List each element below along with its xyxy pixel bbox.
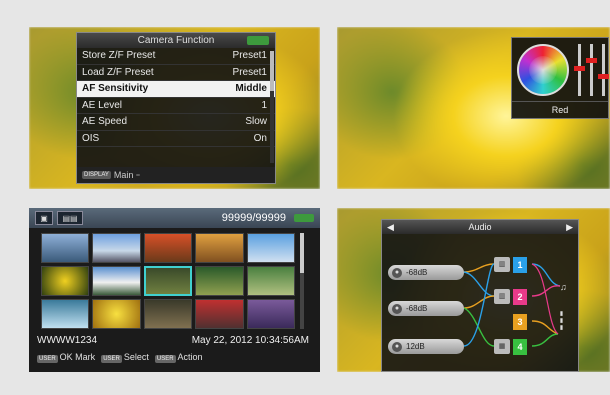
thumbnail[interactable] bbox=[41, 233, 90, 263]
menu-item-af-sensitivity[interactable]: AF Sensitivity Middle bbox=[77, 81, 275, 98]
thumbnail-footer: USER OK Mark USER Select USER Action bbox=[37, 352, 313, 363]
hint-label: Select bbox=[123, 352, 149, 362]
prev-arrow-icon[interactable]: ◀ bbox=[387, 222, 394, 233]
menu-item-label: Store Z/F Preset bbox=[82, 50, 156, 62]
color-slider[interactable] bbox=[586, 44, 597, 96]
menu-item-value: Middle bbox=[235, 83, 267, 95]
battery-icon bbox=[294, 214, 314, 222]
hint-label: OK Mark bbox=[59, 352, 96, 362]
menu-item-value: Preset1 bbox=[232, 66, 267, 78]
audio-header: ◀ Audio ▶ bbox=[382, 220, 578, 234]
output-label: ▮▮▮ bbox=[559, 310, 565, 331]
headphone-icon: ♫ bbox=[560, 282, 567, 292]
display-key-icon: DISPLAY bbox=[82, 171, 111, 179]
mic-icon: ● bbox=[392, 267, 402, 278]
next-arrow-icon[interactable]: ▶ bbox=[566, 222, 573, 233]
thumbnail[interactable] bbox=[41, 266, 90, 296]
menu-item-label: AF Sensitivity bbox=[82, 83, 149, 95]
select-hint[interactable]: USER Select bbox=[101, 352, 149, 363]
ok-mark-hint[interactable]: USER OK Mark bbox=[37, 352, 96, 363]
audio-routing-box: ◀ Audio ▶ ● -68dB ● -68dB ● 12dB ▥ ▥ ▦ 1… bbox=[381, 219, 579, 372]
slider-knob[interactable] bbox=[598, 74, 609, 79]
hint-label: Action bbox=[177, 352, 203, 362]
color-slider[interactable] bbox=[574, 44, 585, 96]
action-hint[interactable]: USER Action bbox=[154, 352, 203, 363]
thumbnail-browser-screen: ▣ ▤▤ 99999/99999 WWWW1234 May 22, 2012 1… bbox=[29, 208, 320, 372]
input-level: -68dB bbox=[406, 304, 428, 313]
thumbnail[interactable] bbox=[195, 233, 244, 263]
slider-knob[interactable] bbox=[574, 66, 585, 71]
menu-item-label: AE Speed bbox=[82, 116, 128, 128]
thumbnail[interactable] bbox=[92, 299, 141, 329]
audio-title: Audio bbox=[468, 222, 492, 232]
battery-icon bbox=[247, 36, 269, 45]
disabled-key-icon bbox=[136, 174, 141, 176]
menu-footer: DISPLAY Main bbox=[77, 167, 275, 183]
menu-item-store-zf-preset[interactable]: Store Z/F Preset Preset1 bbox=[77, 48, 275, 65]
menu-item-value: Slow bbox=[245, 116, 267, 128]
slider-knob[interactable] bbox=[586, 58, 597, 63]
user-key-icon: USER bbox=[154, 355, 176, 363]
playlist-tab-icon[interactable]: ▤▤ bbox=[57, 211, 83, 225]
audio-input-2[interactable]: ● -68dB bbox=[388, 301, 464, 316]
menu-item-label: Load Z/F Preset bbox=[82, 66, 154, 78]
menu-item-value: Preset1 bbox=[232, 50, 267, 62]
audio-input-1[interactable]: ● -68dB bbox=[388, 265, 464, 280]
menu-item-label: AE Level bbox=[82, 99, 123, 111]
thumbnail[interactable] bbox=[195, 266, 244, 296]
channel-3-tile[interactable]: 3 bbox=[513, 314, 527, 330]
color-wheel-icon[interactable] bbox=[517, 44, 569, 96]
thumbnail[interactable] bbox=[246, 266, 295, 296]
thumbnail-selected[interactable] bbox=[143, 266, 193, 296]
menu-header: Camera Function bbox=[77, 33, 275, 48]
thumbnail[interactable] bbox=[92, 233, 141, 263]
user-key-icon: USER bbox=[37, 355, 58, 363]
thumbnail-grid bbox=[41, 233, 295, 329]
footer-main-label: Main bbox=[113, 170, 134, 180]
channel-input-icon: ▥ bbox=[494, 257, 510, 272]
channel-2-tile[interactable]: 2 bbox=[513, 289, 527, 305]
menu-title: Camera Function bbox=[137, 35, 215, 46]
menu-item-ae-level[interactable]: AE Level 1 bbox=[77, 98, 275, 114]
thumbnail-header: ▣ ▤▤ 99999/99999 bbox=[29, 208, 320, 228]
color-adjust-screen: Red bbox=[337, 27, 610, 189]
audio-routing-screen: ◀ Audio ▶ ● -68dB ● -68dB ● 12dB ▥ ▥ ▦ 1… bbox=[337, 208, 610, 372]
channel-1-tile[interactable]: 1 bbox=[513, 257, 527, 273]
user-key-icon: USER bbox=[101, 355, 122, 363]
menu-item-ae-speed[interactable]: AE Speed Slow bbox=[77, 114, 275, 131]
thumbnail[interactable] bbox=[143, 299, 193, 329]
menu-item-value: On bbox=[253, 132, 267, 144]
color-name-label: Red bbox=[512, 101, 608, 118]
thumbnail[interactable] bbox=[143, 233, 193, 263]
media-tab-icon[interactable]: ▣ bbox=[35, 211, 53, 225]
menu-scroll-thumb[interactable] bbox=[270, 51, 274, 91]
menu-item-ois[interactable]: OIS On bbox=[77, 131, 275, 147]
thumbnail[interactable] bbox=[246, 233, 295, 263]
menu-item-load-zf-preset[interactable]: Load Z/F Preset Preset1 bbox=[77, 65, 275, 81]
camera-function-screen: Camera Function Store Z/F Preset Preset1… bbox=[29, 27, 320, 189]
clip-counter: 99999/99999 bbox=[221, 212, 286, 224]
thumbnail[interactable] bbox=[41, 299, 90, 329]
thumbnail-scrollbar[interactable] bbox=[300, 233, 304, 329]
channel-output-icon: ▦ bbox=[494, 339, 510, 354]
clip-name: WWWW1234 bbox=[37, 335, 97, 346]
clip-timestamp: May 22, 2012 10:34:56AM bbox=[191, 335, 309, 346]
menu-item-value: 1 bbox=[261, 99, 267, 111]
input-level: -68dB bbox=[406, 268, 428, 277]
color-slider[interactable] bbox=[598, 44, 609, 96]
clip-info-row: WWWW1234 May 22, 2012 10:34:56AM bbox=[37, 335, 309, 346]
thumbnail[interactable] bbox=[92, 266, 141, 296]
thumbnail[interactable] bbox=[246, 299, 295, 329]
camera-function-menu: Camera Function Store Z/F Preset Preset1… bbox=[76, 32, 276, 184]
input-level: 12dB bbox=[406, 342, 425, 351]
mic-icon: ● bbox=[392, 303, 402, 314]
color-adjust-box: Red bbox=[511, 37, 609, 119]
thumbnail[interactable] bbox=[195, 299, 244, 329]
menu-item-label: OIS bbox=[82, 132, 100, 144]
audio-input-3[interactable]: ● 12dB bbox=[388, 339, 464, 354]
channel-4-tile[interactable]: 4 bbox=[513, 339, 527, 355]
line-input-icon: ● bbox=[392, 341, 402, 352]
channel-input-icon: ▥ bbox=[494, 289, 510, 304]
